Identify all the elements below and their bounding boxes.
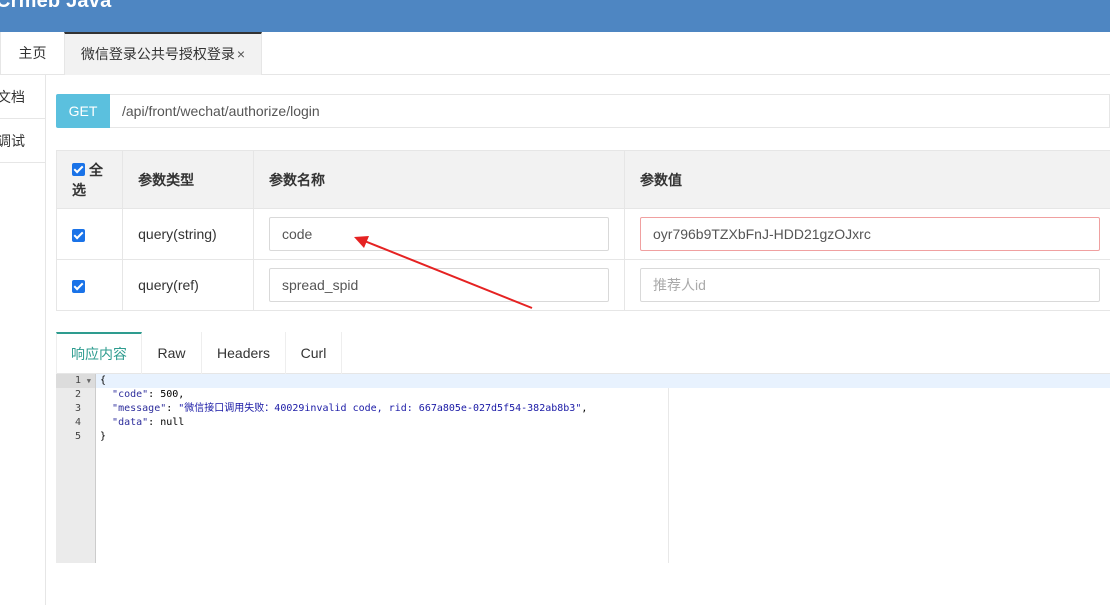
close-icon[interactable]: × [237, 46, 245, 62]
tab-home[interactable]: 主页 [0, 32, 64, 75]
app-header: Crmeb Java [0, 0, 1110, 32]
print-margin [668, 388, 669, 563]
param-type: query(string) [122, 208, 254, 260]
sidebar-item-label: 文档 [0, 89, 25, 105]
column-header-name: 参数名称 [252, 150, 626, 209]
fold-icon[interactable]: ▼ [87, 374, 91, 388]
line-number: 1 ▼ [56, 374, 95, 388]
tab-bar: 主页 微信登录公共号授权登录 × [0, 32, 1110, 75]
request-line: GET /api/front/wechat/authorize/login [56, 94, 1110, 128]
sidebar-item-docs[interactable]: 文档 [0, 75, 46, 119]
row-check-cell [55, 259, 124, 311]
line-number: 5 [74, 431, 81, 442]
response-editor[interactable]: 1 ▼ 2 3 4 5 { "code": 500, "message": "微信… [56, 374, 1110, 563]
tab-wechat-login-label: 微信登录公共号授权登录 [80, 46, 235, 62]
line-number: 4 [74, 417, 81, 428]
tab-raw[interactable]: Raw [142, 332, 202, 374]
row-check-cell [55, 208, 124, 260]
row-checkbox[interactable] [72, 279, 85, 293]
tab-curl[interactable]: Curl [286, 332, 342, 374]
tab-wechat-login[interactable]: 微信登录公共号授权登录 × [64, 32, 262, 75]
sidebar: 文档 调试 [0, 75, 46, 605]
table-row: query(string) code oyr796b9TZXbFnJ-HDD21… [55, 208, 1110, 260]
app-brand: Crmeb Java [0, 0, 112, 12]
sidebar-item-debug[interactable]: 调试 [0, 119, 46, 163]
response-tabs: 响应内容 Raw Headers Curl [56, 332, 1110, 374]
line-number: 3 [74, 403, 81, 414]
code-line: "message": "微信接口调用失败：40029invalid code, … [112, 403, 588, 414]
line-number: 2 [74, 389, 81, 400]
params-table: 全选 参数类型 参数名称 参数值 query(string) code oyr7… [55, 150, 1110, 311]
param-type: query(ref) [122, 259, 254, 311]
param-value-cell: 推荐人id [624, 259, 1110, 311]
param-value-cell: oyr796b9TZXbFnJ-HDD21gzOJxrc [624, 208, 1110, 260]
select-all-checkbox[interactable] [72, 163, 85, 176]
column-header-value: 参数值 [624, 150, 1110, 209]
tab-headers[interactable]: Headers [202, 332, 286, 374]
url-field[interactable]: /api/front/wechat/authorize/login [110, 94, 1110, 128]
param-name-input[interactable]: spread_spid [268, 268, 609, 302]
line-gutter: 1 ▼ 2 3 4 5 [56, 374, 96, 563]
param-name-cell: spread_spid [252, 259, 626, 311]
method-badge[interactable]: GET [56, 94, 110, 128]
table-row: query(ref) spread_spid 推荐人id [55, 259, 1110, 311]
code-line: { [96, 374, 1110, 388]
code-line: "data": null [112, 417, 185, 428]
code-line: "code": 500, [112, 389, 185, 400]
params-header-row: 全选 参数类型 参数名称 参数值 [55, 150, 1110, 209]
tab-response-content[interactable]: 响应内容 [56, 332, 142, 374]
code-line: } [100, 431, 107, 442]
column-header-type: 参数类型 [122, 150, 254, 209]
row-checkbox[interactable] [72, 228, 85, 242]
param-value-input[interactable]: oyr796b9TZXbFnJ-HDD21gzOJxrc [640, 217, 1100, 251]
param-value-input[interactable]: 推荐人id [640, 268, 1100, 302]
param-name-input[interactable]: code [268, 217, 609, 251]
sidebar-item-label: 调试 [0, 133, 25, 149]
select-all-cell: 全选 [55, 150, 124, 209]
param-name-cell: code [252, 208, 626, 260]
code-area[interactable]: { "code": 500, "message": "微信接口调用失败：4002… [96, 374, 1110, 563]
